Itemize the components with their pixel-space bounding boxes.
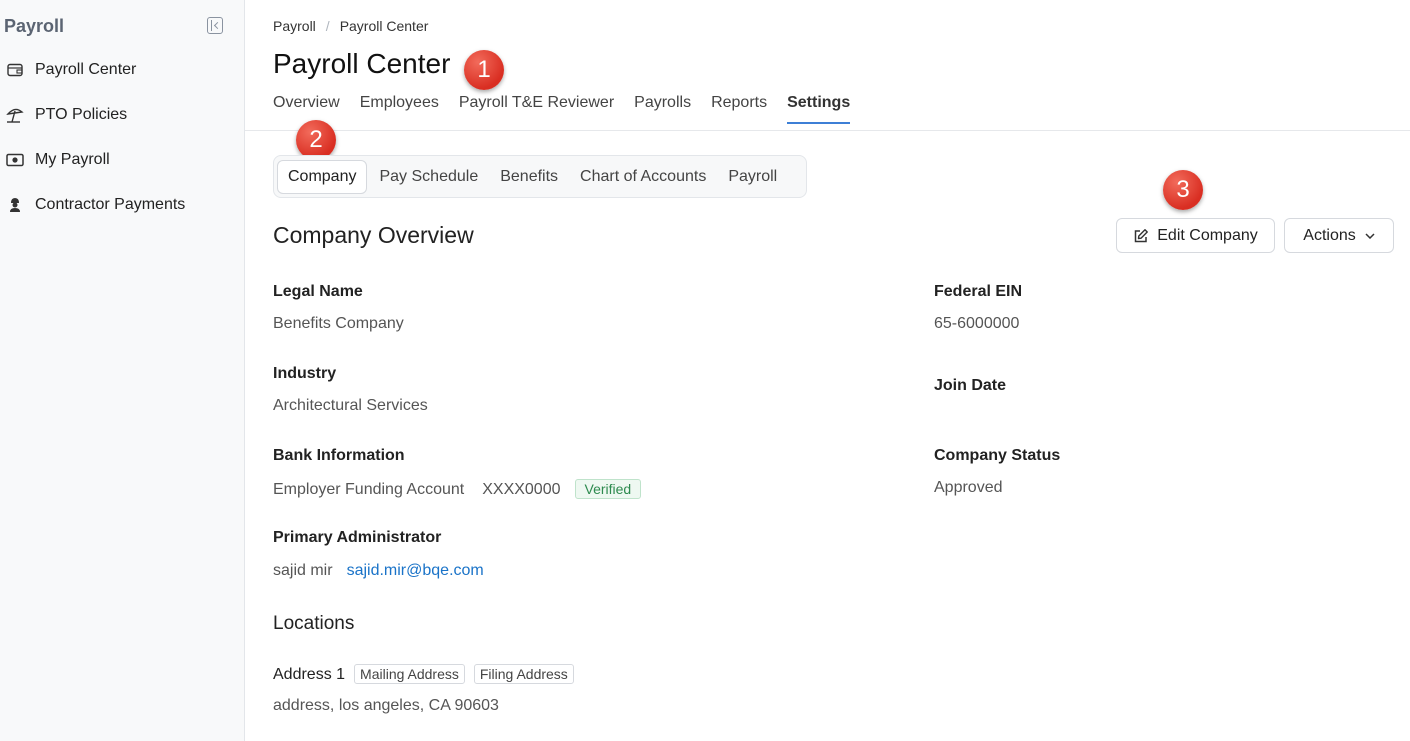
umbrella-beach-icon [6,106,24,124]
section-title: Company Overview [273,222,474,248]
cash-icon [6,151,24,169]
sidebar-item-payroll-center[interactable]: Payroll Center [6,57,136,83]
primary-administrator-value: sajid mir sajid.mir@bqe.com [273,562,484,580]
sidebar-item-label: PTO Policies [35,106,128,123]
annotation-badge-2: 2 [296,120,336,160]
chevron-down-icon [1365,232,1375,239]
annotation-badge-1: 1 [464,50,504,90]
wallet-icon [6,61,24,79]
tab-reports[interactable]: Reports [711,94,767,124]
breadcrumb-item-payroll[interactable]: Payroll [273,18,316,34]
breadcrumb: Payroll / Payroll Center [273,18,428,34]
sidebar-item-contractor-payments[interactable]: Contractor Payments [6,192,185,218]
subtab-chart-of-accounts[interactable]: Chart of Accounts [570,161,716,193]
tab-payrolls[interactable]: Payrolls [634,94,691,124]
tabs-divider [245,130,1410,131]
federal-ein-value: 65-6000000 [934,315,1020,332]
sidebar-item-my-payroll[interactable]: My Payroll [6,147,110,173]
company-status-label: Company Status [934,447,1061,464]
sidebar: Payroll Payroll Center PTO Policies My P… [0,0,245,741]
sidebar-item-label: Contractor Payments [35,196,186,213]
bank-information-value: Employer Funding Account XXXX0000 Verified [273,479,642,499]
edit-icon [1133,228,1149,244]
subtab-company[interactable]: Company [277,159,368,194]
annotation-badge-3: 3 [1163,170,1203,210]
subtab-pay-schedule[interactable]: Pay Schedule [369,161,488,193]
actions-button[interactable]: Actions [1284,218,1394,253]
legal-name-value: Benefits Company [273,315,404,332]
join-date-label: Join Date [934,377,1007,394]
page-title: Payroll Center [273,48,451,79]
main-tabs: Overview Employees Payroll T&E Reviewer … [273,94,870,124]
legal-name-label: Legal Name [273,283,363,300]
federal-ein-label: Federal EIN [934,283,1023,300]
filing-address-tag: Filing Address [473,664,574,684]
contractor-icon [6,196,24,214]
subtab-payroll[interactable]: Payroll [718,161,787,193]
primary-administrator-label: Primary Administrator [273,529,442,546]
industry-label: Industry [273,365,337,382]
address-label: Address 1 [273,666,346,683]
bank-account-name: Employer Funding Account [273,481,465,498]
sidebar-title: Payroll [4,16,65,36]
tab-settings[interactable]: Settings [787,94,851,124]
company-status-value: Approved [934,479,1003,496]
industry-value: Architectural Services [273,397,428,414]
address-value: address, los angeles, CA 90603 [273,697,499,714]
actions-label: Actions [1303,226,1356,244]
mailing-address-tag: Mailing Address [354,664,465,684]
bank-account-number: XXXX0000 [482,481,561,498]
tab-employees[interactable]: Employees [360,94,439,124]
admin-name: sajid mir [273,562,333,579]
settings-subtabs: Company Pay Schedule Benefits Chart of A… [273,155,807,198]
breadcrumb-item-payroll-center[interactable]: Payroll Center [340,18,429,34]
edit-company-button[interactable]: Edit Company [1116,218,1275,253]
address-row: Address 1 Mailing Address Filing Address [273,664,574,684]
verified-badge: Verified [574,479,642,499]
locations-title: Locations [273,613,355,634]
sidebar-item-label: My Payroll [35,151,110,168]
tab-overview[interactable]: Overview [273,94,340,124]
sidebar-item-label: Payroll Center [35,61,137,78]
collapse-sidebar-icon[interactable] [207,17,223,34]
edit-company-label: Edit Company [1157,226,1258,244]
sidebar-item-pto-policies[interactable]: PTO Policies [6,102,127,128]
admin-email-link[interactable]: sajid.mir@bqe.com [347,562,484,579]
subtab-benefits[interactable]: Benefits [490,161,568,193]
breadcrumb-separator: / [325,18,330,34]
bank-information-label: Bank Information [273,447,405,464]
tab-payroll-te-reviewer[interactable]: Payroll T&E Reviewer [459,94,614,124]
